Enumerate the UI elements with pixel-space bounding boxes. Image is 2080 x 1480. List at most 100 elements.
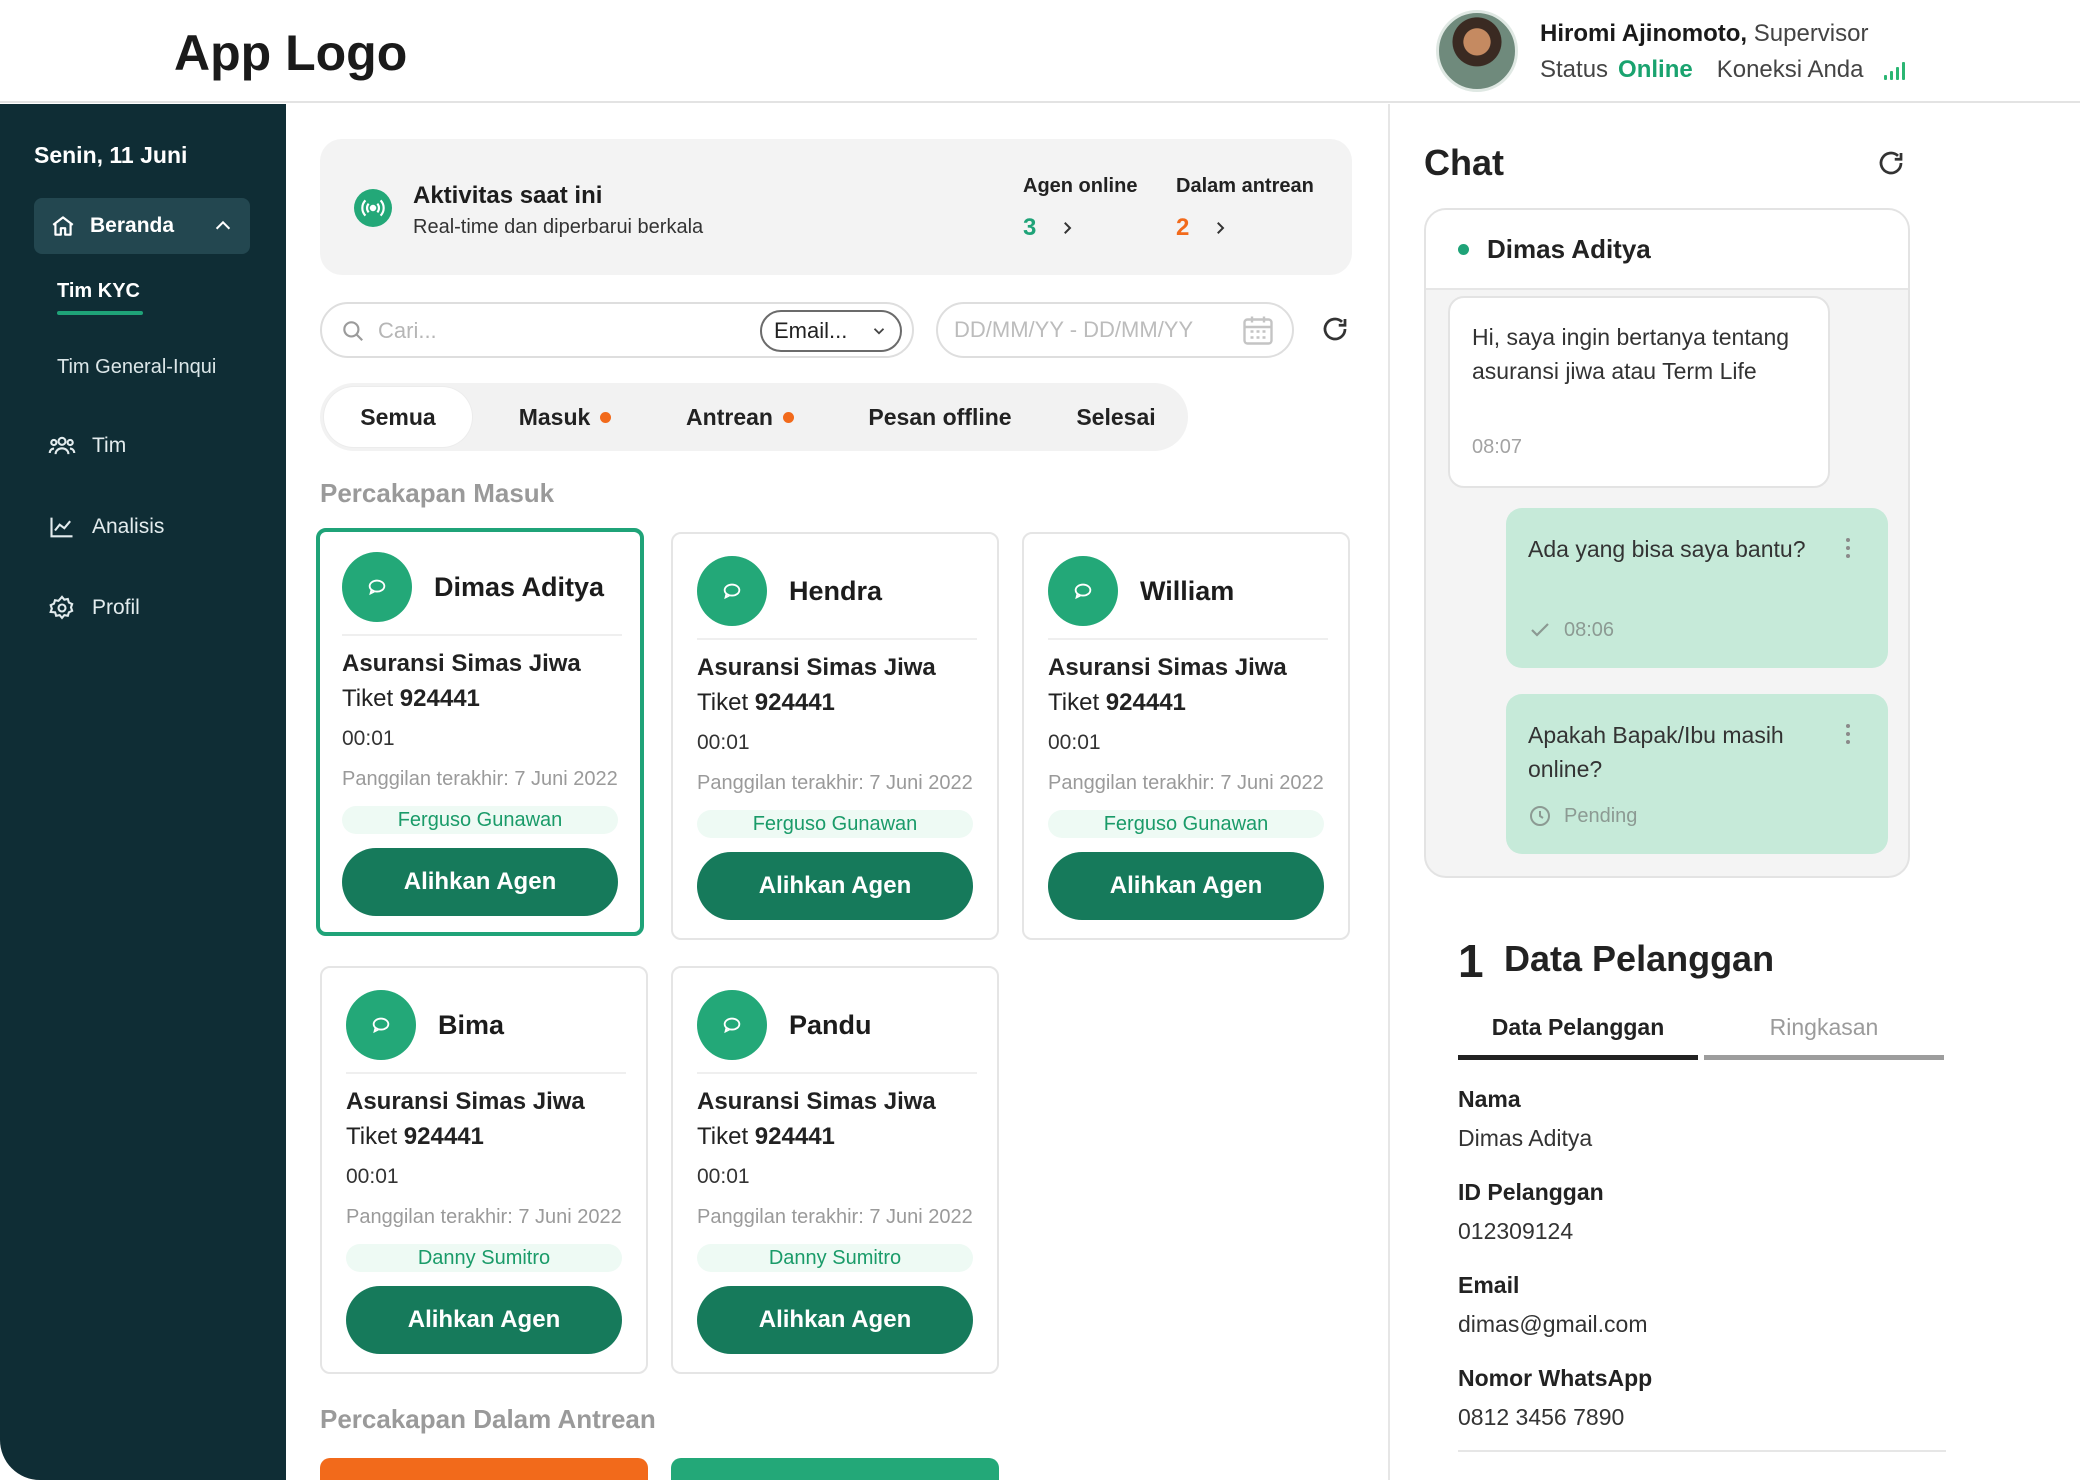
activity-title: Aktivitas saat ini xyxy=(413,182,603,209)
tab-semua[interactable]: Semua xyxy=(324,387,472,447)
sidebar-subitem-tim-kyc[interactable]: Tim KYC xyxy=(57,280,143,315)
transfer-agent-button[interactable]: Alihkan Agen xyxy=(346,1286,622,1354)
tab-label: Pesan offline xyxy=(868,403,1012,430)
customer-name: Pandu xyxy=(789,1010,872,1040)
divider xyxy=(1048,638,1328,640)
queue-stat[interactable]: Dalam antrean 2 xyxy=(1176,175,1314,242)
field-value: 012309124 xyxy=(1458,1218,1574,1244)
ticket-number: 924441 xyxy=(399,685,480,712)
queue-value: 2 xyxy=(1176,214,1190,241)
product-name: Asuransi Simas Jiwa xyxy=(697,654,936,681)
user-avatar[interactable] xyxy=(1436,10,1518,92)
incoming-message: Hi, saya ingin bertanya tentang asuransi… xyxy=(1448,296,1830,488)
team-icon xyxy=(48,436,76,455)
search-icon xyxy=(343,321,363,341)
tab-data-pelanggan[interactable]: Data Pelanggan xyxy=(1458,1014,1698,1060)
chat-title: Chat xyxy=(1424,142,1504,183)
queue-card[interactable] xyxy=(320,1458,648,1480)
tab-ringkasan[interactable]: Ringkasan xyxy=(1704,1014,1944,1060)
check-icon xyxy=(1531,623,1549,637)
sidebar-subitem-tim-general[interactable]: Tim General-Inqui xyxy=(57,356,216,379)
conversation-card[interactable]: Bima Asuransi Simas Jiwa Tiket 924441 00… xyxy=(320,966,648,1374)
sidebar-item-beranda[interactable]: Beranda xyxy=(34,198,250,254)
agent-badge: Danny Sumitro xyxy=(346,1244,622,1272)
sidebar-item-label: Tim xyxy=(92,434,127,457)
queue-card[interactable] xyxy=(671,1458,999,1480)
message-time: 08:06 xyxy=(1564,618,1615,641)
more-options-icon[interactable] xyxy=(1846,724,1850,744)
agent-badge: Ferguso Gunawan xyxy=(342,806,618,834)
refresh-icon[interactable] xyxy=(1320,314,1350,344)
ticket-number: 924441 xyxy=(754,689,835,716)
message-status: Pending xyxy=(1564,804,1638,827)
transfer-agent-button[interactable]: Alihkan Agen xyxy=(697,1286,973,1354)
message-meta: 08:06 xyxy=(1528,618,1614,642)
sidebar-item-profil[interactable]: Profil xyxy=(48,594,140,622)
ticket-label: Tiket xyxy=(1048,689,1100,716)
wait-time: 00:01 xyxy=(697,1165,750,1188)
last-call: Panggilan terakhir: 7 Juni 2022 xyxy=(697,1206,973,1228)
search-bar: Email... xyxy=(320,302,914,358)
chat-bubble-icon xyxy=(697,556,767,626)
search-input[interactable] xyxy=(378,314,678,348)
refresh-icon[interactable] xyxy=(1876,148,1906,178)
conversation-card[interactable]: Pandu Asuransi Simas Jiwa Tiket 924441 0… xyxy=(671,966,999,1374)
wait-time: 00:01 xyxy=(697,731,750,754)
divider xyxy=(342,634,622,636)
ticket-number: 924441 xyxy=(754,1123,835,1150)
message-time: 08:07 xyxy=(1472,436,1523,458)
outgoing-message: Apakah Bapak/Ibu masih online? Pending xyxy=(1506,694,1888,854)
agents-online-stat[interactable]: Agen online 3 xyxy=(1023,175,1137,242)
queue-label: Dalam antrean xyxy=(1176,175,1314,197)
home-icon xyxy=(52,216,74,236)
product-name: Asuransi Simas Jiwa xyxy=(342,650,581,677)
field-value: 0812 3456 7890 xyxy=(1458,1404,1625,1430)
transfer-agent-button[interactable]: Alihkan Agen xyxy=(342,848,618,916)
chevron-up-icon[interactable] xyxy=(212,215,234,237)
tab-selesai[interactable]: Selesai xyxy=(1056,383,1176,451)
tab-masuk[interactable]: Masuk xyxy=(490,383,640,451)
broadcast-icon xyxy=(354,189,392,227)
agent-badge: Ferguso Gunawan xyxy=(1048,810,1324,838)
conversation-tabs: Semua Masuk Antrean Pesan offline Selesa… xyxy=(320,383,1188,451)
conversation-card[interactable]: Hendra Asuransi Simas Jiwa Tiket 924441 … xyxy=(671,532,999,940)
section-title-queue: Percakapan Dalam Antrean xyxy=(320,1404,656,1434)
ticket-info: Tiket 924441 xyxy=(697,1123,835,1151)
more-options-icon[interactable] xyxy=(1846,538,1850,558)
chat-bubble-icon xyxy=(1048,556,1118,626)
outgoing-message: Ada yang bisa saya bantu? 08:06 xyxy=(1506,508,1888,668)
tab-antrean[interactable]: Antrean xyxy=(660,383,820,451)
tab-label: Masuk xyxy=(518,403,591,430)
sidebar-item-analisis[interactable]: Analisis xyxy=(48,513,164,541)
customer-name: Hendra xyxy=(789,576,883,606)
chevron-right-icon[interactable] xyxy=(1058,219,1076,237)
app-logo[interactable]: App Logo xyxy=(174,24,407,82)
ticket-info: Tiket 924441 xyxy=(697,689,835,717)
customer-section-number: 1 xyxy=(1458,935,1484,987)
agents-online-value: 3 xyxy=(1023,214,1037,241)
message-meta: Pending xyxy=(1528,804,1637,828)
wait-time: 00:01 xyxy=(1048,731,1101,754)
product-name: Asuransi Simas Jiwa xyxy=(697,1088,936,1115)
agents-online-label: Agen online xyxy=(1023,175,1138,197)
sidebar-item-tim[interactable]: Tim xyxy=(48,432,126,460)
conversation-card[interactable]: Dimas Aditya Asuransi Simas Jiwa Tiket 9… xyxy=(316,528,644,936)
conversation-card[interactable]: William Asuransi Simas Jiwa Tiket 924441… xyxy=(1022,532,1350,940)
product-name: Asuransi Simas Jiwa xyxy=(1048,654,1287,681)
customer-section-title: Data Pelanggan xyxy=(1504,938,1775,979)
search-type-select[interactable]: Email... xyxy=(760,310,902,352)
tab-pesan-offline[interactable]: Pesan offline xyxy=(840,383,1040,451)
user-status: Status Online Koneksi Anda xyxy=(1540,56,1905,84)
transfer-agent-button[interactable]: Alihkan Agen xyxy=(1048,852,1324,920)
transfer-agent-button[interactable]: Alihkan Agen xyxy=(697,852,973,920)
divider xyxy=(1458,1450,1946,1452)
ticket-label: Tiket xyxy=(346,1123,398,1150)
date-range-input[interactable]: DD/MM/YY - DD/MM/YY xyxy=(936,302,1294,358)
last-call: Panggilan terakhir: 7 Juni 2022 xyxy=(346,1206,622,1228)
ticket-info: Tiket 924441 xyxy=(1048,689,1186,717)
ticket-label: Tiket xyxy=(697,1123,749,1150)
product-name: Asuransi Simas Jiwa xyxy=(346,1088,585,1115)
calendar-icon[interactable] xyxy=(1240,312,1276,348)
chat-bubble-icon xyxy=(697,990,767,1060)
chevron-right-icon[interactable] xyxy=(1211,219,1229,237)
